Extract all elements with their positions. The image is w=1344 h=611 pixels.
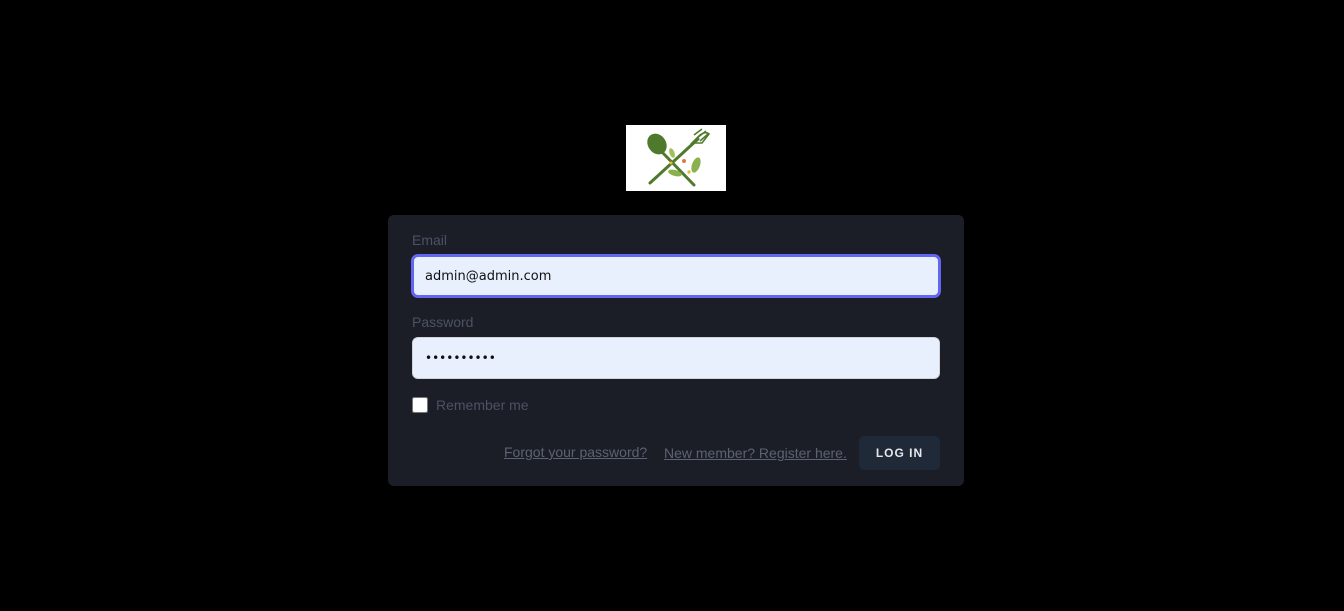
register-link[interactable]: New member? Register here. — [664, 445, 847, 461]
email-field[interactable] — [412, 255, 940, 297]
forgot-password-link[interactable]: Forgot your password? — [504, 444, 647, 460]
email-label: Email — [412, 232, 448, 248]
app-logo — [626, 125, 726, 191]
remember-me-label: Remember me — [436, 397, 529, 413]
login-card: Email Password Remember me Forgot your p… — [388, 215, 964, 486]
fork-and-spoon-icon — [647, 128, 711, 187]
remember-me-checkbox[interactable] — [412, 397, 428, 413]
password-label: Password — [412, 314, 474, 330]
login-button[interactable]: LOG IN — [859, 436, 940, 470]
remember-me-row: Remember me — [412, 397, 529, 413]
password-field[interactable] — [412, 337, 940, 379]
